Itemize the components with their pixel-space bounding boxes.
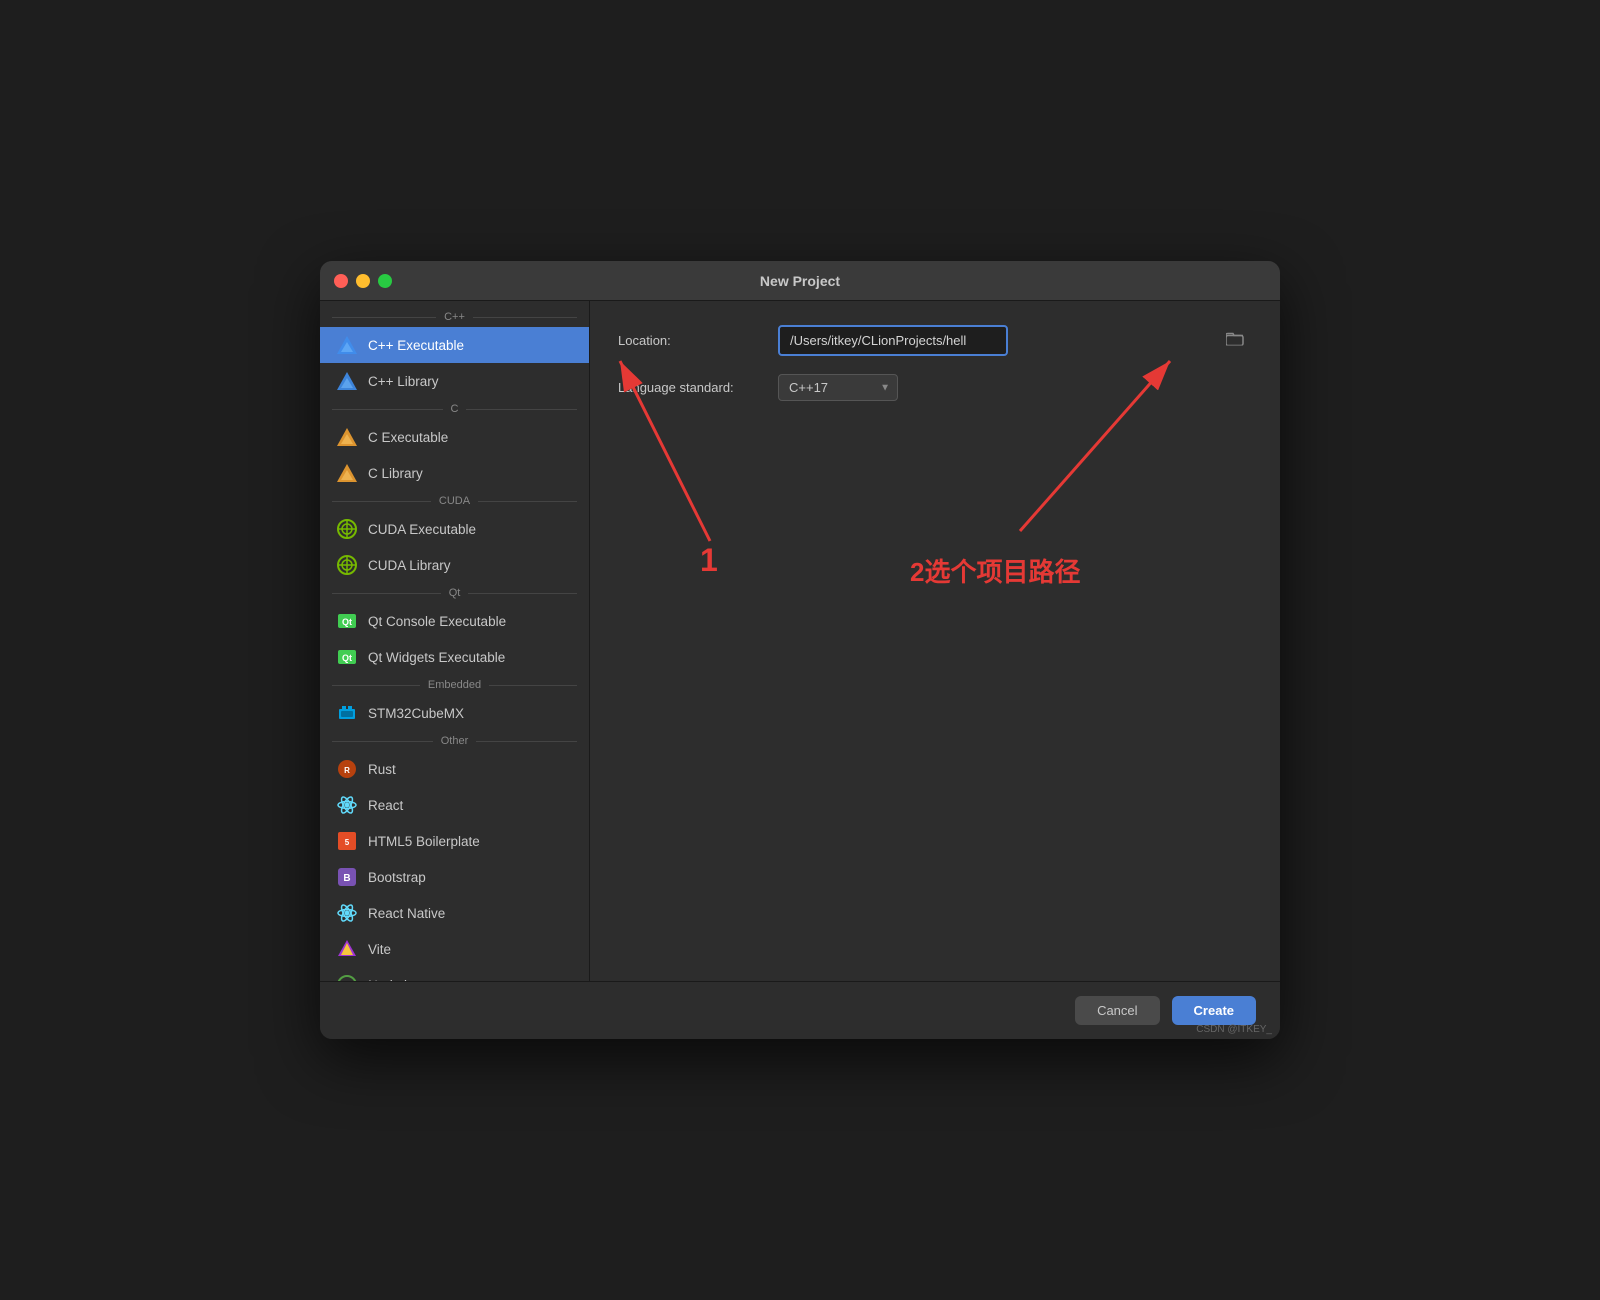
new-project-dialog: New Project C++ C++ Executable	[320, 261, 1280, 1039]
annotation-overlay: 1 2选个项目路径	[590, 301, 1280, 981]
dialog-footer: Cancel Create	[320, 981, 1280, 1039]
svg-text:R: R	[344, 766, 350, 775]
cuda-library-label: CUDA Library	[368, 558, 451, 573]
dialog-title: New Project	[760, 273, 840, 289]
vite-icon	[336, 938, 358, 960]
sidebar-item-html5[interactable]: 5 HTML5 Boilerplate	[320, 823, 589, 859]
sidebar-item-c-library[interactable]: C Library	[320, 455, 589, 491]
nodejs-icon: JS	[336, 974, 358, 981]
sidebar-item-qt-console[interactable]: Qt Qt Console Executable	[320, 603, 589, 639]
react-icon	[336, 794, 358, 816]
svg-text:B: B	[343, 873, 350, 884]
location-row: Location:	[618, 325, 1252, 356]
language-select[interactable]: C++11 C++14 C++17 C++20 C++23	[778, 374, 898, 401]
sidebar-item-react[interactable]: React	[320, 787, 589, 823]
watermark: CSDN @ITKEY_	[1196, 1024, 1272, 1035]
location-label: Location:	[618, 333, 778, 348]
language-row: Language standard: C++11 C++14 C++17 C++…	[618, 374, 1252, 401]
main-content: Location: Language standard: C+	[590, 301, 1280, 981]
c-executable-icon	[336, 426, 358, 448]
nodejs-label: Node.js	[368, 978, 414, 982]
svg-text:Qt: Qt	[342, 617, 352, 627]
window-controls	[334, 274, 392, 288]
section-c: C	[320, 403, 589, 415]
language-select-wrapper: C++11 C++14 C++17 C++20 C++23 ▼	[778, 374, 898, 401]
section-embedded: Embedded	[320, 679, 589, 691]
cpp-library-label: C++ Library	[368, 374, 439, 389]
sidebar-item-react-native[interactable]: React Native	[320, 895, 589, 931]
bootstrap-label: Bootstrap	[368, 870, 426, 885]
c-executable-label: C Executable	[368, 430, 448, 445]
create-button[interactable]: Create	[1172, 996, 1256, 1025]
language-label: Language standard:	[618, 380, 778, 395]
sidebar-item-bootstrap[interactable]: B Bootstrap	[320, 859, 589, 895]
stm32-icon	[336, 702, 358, 724]
sidebar-item-qt-widgets[interactable]: Qt Qt Widgets Executable	[320, 639, 589, 675]
sidebar-item-stm32[interactable]: STM32CubeMX	[320, 695, 589, 731]
section-qt: Qt	[320, 587, 589, 599]
sidebar-item-nodejs[interactable]: JS Node.js	[320, 967, 589, 981]
bootstrap-icon: B	[336, 866, 358, 888]
minimize-button[interactable]	[356, 274, 370, 288]
c-library-icon	[336, 462, 358, 484]
cuda-executable-label: CUDA Executable	[368, 522, 476, 537]
svg-text:5: 5	[345, 838, 350, 847]
svg-text:1: 1	[700, 542, 718, 578]
cancel-button[interactable]: Cancel	[1075, 996, 1159, 1025]
qt-console-label: Qt Console Executable	[368, 614, 506, 629]
rust-icon: R	[336, 758, 358, 780]
sidebar: C++ C++ Executable C++	[320, 301, 590, 981]
cpp-triangle-icon	[336, 334, 358, 356]
stm32-label: STM32CubeMX	[368, 706, 464, 721]
cpp-library-icon	[336, 370, 358, 392]
rust-label: Rust	[368, 762, 396, 777]
html5-label: HTML5 Boilerplate	[368, 834, 480, 849]
sidebar-item-cuda-library[interactable]: CUDA Library	[320, 547, 589, 583]
location-input[interactable]	[778, 325, 1008, 356]
browse-folder-button[interactable]	[1226, 331, 1244, 350]
react-native-label: React Native	[368, 906, 445, 921]
sidebar-item-vite[interactable]: Vite	[320, 931, 589, 967]
vite-label: Vite	[368, 942, 391, 957]
qt-icon: Qt	[336, 610, 358, 632]
section-cuda: CUDA	[320, 495, 589, 507]
sidebar-item-cpp-library[interactable]: C++ Library	[320, 363, 589, 399]
cuda-icon	[336, 518, 358, 540]
react-native-icon	[336, 902, 358, 924]
cpp-executable-label: C++ Executable	[368, 338, 464, 353]
sidebar-item-c-executable[interactable]: C Executable	[320, 419, 589, 455]
qt-widgets-label: Qt Widgets Executable	[368, 650, 505, 665]
section-other: Other	[320, 735, 589, 747]
react-label: React	[368, 798, 403, 813]
svg-text:2选个项目路径: 2选个项目路径	[910, 557, 1080, 587]
close-button[interactable]	[334, 274, 348, 288]
qt-widgets-icon: Qt	[336, 646, 358, 668]
svg-text:Qt: Qt	[342, 653, 352, 663]
cuda-library-icon	[336, 554, 358, 576]
section-cpp: C++	[320, 311, 589, 323]
c-library-label: C Library	[368, 466, 423, 481]
sidebar-item-cpp-executable[interactable]: C++ Executable	[320, 327, 589, 363]
title-bar: New Project	[320, 261, 1280, 301]
location-input-wrapper	[778, 325, 1252, 356]
html5-icon: 5	[336, 830, 358, 852]
sidebar-item-rust[interactable]: R Rust	[320, 751, 589, 787]
maximize-button[interactable]	[378, 274, 392, 288]
dialog-body: C++ C++ Executable C++	[320, 301, 1280, 981]
sidebar-item-cuda-executable[interactable]: CUDA Executable	[320, 511, 589, 547]
